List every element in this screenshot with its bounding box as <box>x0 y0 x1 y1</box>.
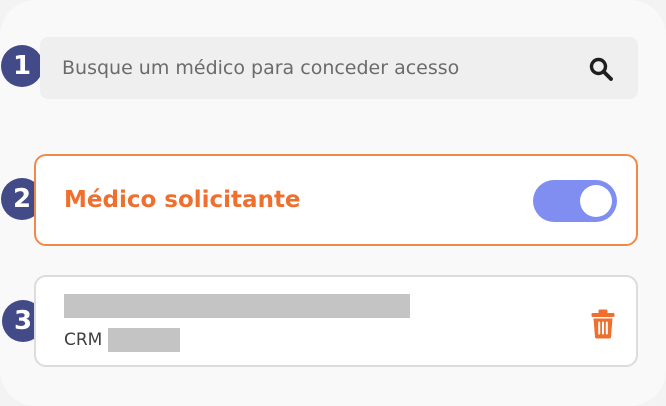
crm-number-redacted <box>108 328 181 352</box>
doctor-card: CRM <box>34 275 638 367</box>
access-panel: 1 2 3 Médico solicitante CRM <box>0 0 666 406</box>
requesting-doctor-toggle[interactable] <box>533 180 617 222</box>
doctor-crm: CRM <box>64 328 181 352</box>
search-icon[interactable] <box>588 56 614 82</box>
doctor-search-input[interactable] <box>62 37 562 99</box>
crm-label: CRM <box>64 330 103 350</box>
toggle-knob <box>580 185 612 217</box>
doctor-search-box <box>40 37 638 99</box>
requesting-doctor-label: Médico solicitante <box>64 187 301 213</box>
trash-icon[interactable] <box>590 309 616 339</box>
doctor-name-redacted <box>64 294 410 318</box>
requesting-doctor-card: Médico solicitante <box>34 154 638 246</box>
step-badge-1: 1 <box>1 45 43 87</box>
